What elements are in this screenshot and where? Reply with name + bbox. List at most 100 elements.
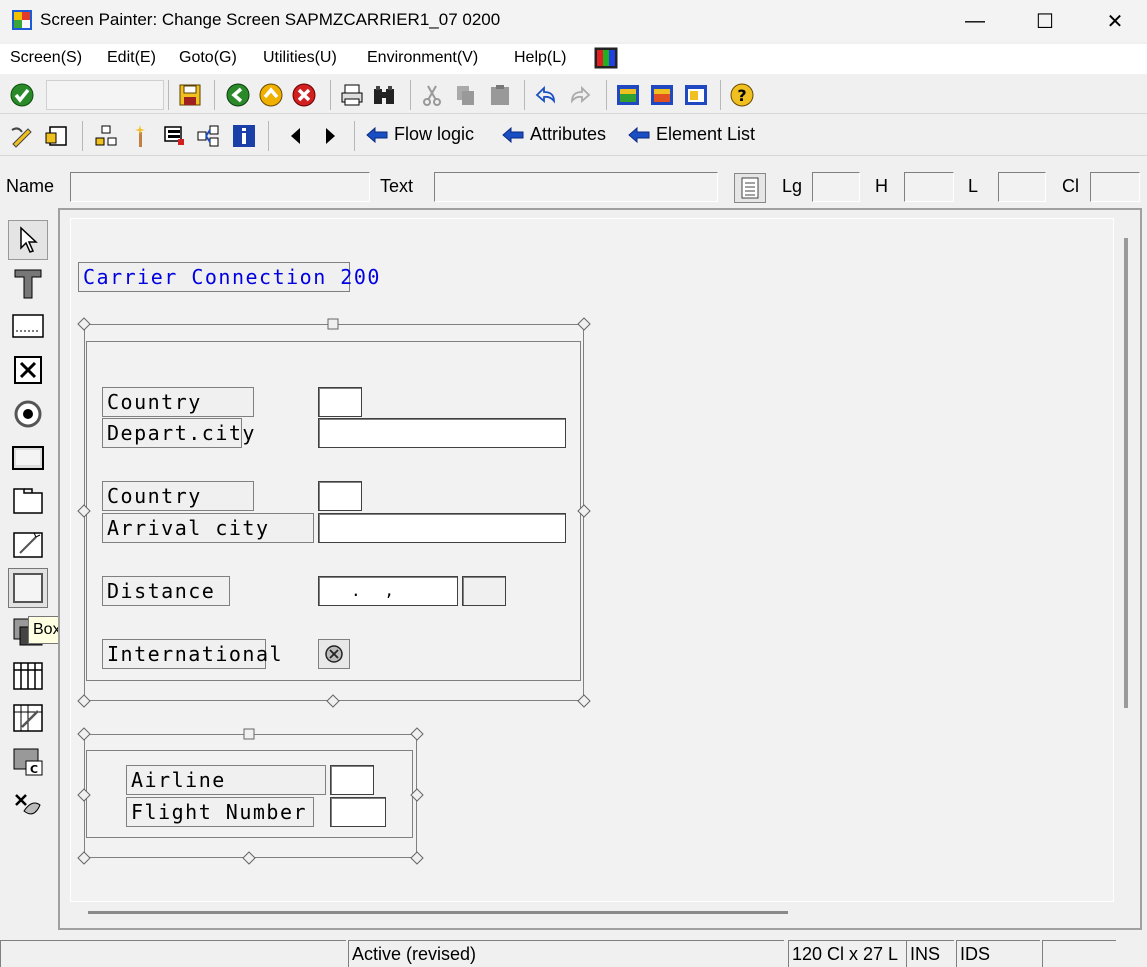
separator [720,80,721,110]
status-state: Active (revised) [348,940,784,967]
country-field-1[interactable] [318,387,362,417]
flow-logic-button[interactable]: Flow logic [366,124,474,145]
text-tool[interactable] [8,264,48,304]
country-field-2[interactable] [318,481,362,511]
maximize-button[interactable]: ☐ [1022,0,1068,42]
text-field[interactable] [434,172,718,202]
table-wizard-icon [13,704,43,732]
h-field[interactable] [904,172,954,202]
cancel-icon[interactable] [292,83,316,107]
status-mode: INS [906,940,954,967]
copy-icon[interactable] [454,83,478,107]
create-session-icon[interactable] [616,83,640,107]
hierarchy-icon[interactable] [94,124,118,148]
minimize-button[interactable]: — [952,0,998,42]
airline-label[interactable]: Airline [126,765,326,795]
h-label: H [875,176,888,196]
menu-goto[interactable]: Goto(G) [179,49,237,67]
gui-options-icon[interactable] [594,47,618,69]
menu-bar: Screen(S) Edit(E) Goto(G) Utilities(U) E… [0,44,1147,74]
print-icon[interactable] [340,83,364,107]
menu-help[interactable]: Help(L) [514,49,566,67]
status-extra [1042,940,1116,967]
next-icon[interactable] [318,124,342,148]
layout-icon[interactable] [684,83,708,107]
flow-logic-label: Flow logic [394,124,475,144]
pushbutton-icon [12,446,44,470]
menu-edit[interactable]: Edit(E) [107,49,156,67]
paste-icon[interactable] [488,83,512,107]
vertical-scrollbar[interactable] [1124,238,1128,708]
international-checkbox[interactable] [318,639,350,669]
depart-city-label[interactable]: Depart.city [102,418,254,448]
help-icon[interactable]: ? [730,83,754,107]
display-change-icon[interactable] [10,124,34,148]
custom-control-tool[interactable]: C [8,742,48,782]
dictionary-fields-icon[interactable] [162,124,186,148]
status-icon-tool[interactable] [8,786,48,826]
cut-icon[interactable] [420,83,444,107]
lg-field[interactable] [812,172,860,202]
attributes-button[interactable]: Attributes [502,124,606,145]
text-label: Text [380,176,414,196]
magic-wand-icon[interactable] [128,124,152,148]
command-field[interactable] [46,80,164,110]
checkbox-tool[interactable] [8,350,48,390]
arrival-city-label[interactable]: Arrival city [102,513,314,543]
save-icon[interactable] [178,83,202,107]
distance-label[interactable]: Distance [102,576,230,606]
box-tool[interactable] [8,568,48,608]
input-field-tool[interactable] [8,306,48,346]
name-field[interactable] [70,172,370,202]
find-icon[interactable] [372,83,396,107]
separator [268,121,269,151]
title-bar: Screen Painter: Change Screen SAPMZCARRI… [0,0,1147,42]
distance-unit-field[interactable] [462,576,506,606]
international-label[interactable]: International [102,639,282,669]
attribute-row: Name Text Lg H L Cl [0,160,1147,208]
cl-field[interactable] [1090,172,1140,202]
redo-icon[interactable] [568,83,592,107]
exit-icon[interactable] [259,83,283,107]
country-label-2[interactable]: Country [102,481,254,511]
menu-utilities[interactable]: Utilities(U) [263,49,337,67]
tabstrip-wizard-tool[interactable] [8,524,48,564]
generate-shortcut-icon[interactable] [650,83,674,107]
l-field[interactable] [998,172,1046,202]
status-ids: IDS [956,940,1040,967]
radio-button-tool[interactable] [8,394,48,434]
left-arrow-icon [628,126,650,143]
enter-check-icon[interactable] [10,83,34,107]
checkbox-icon [14,356,42,384]
pointer-tool[interactable] [8,220,48,260]
pushbutton-tool[interactable] [8,438,48,478]
previous-icon[interactable] [284,124,308,148]
element-details-icon[interactable] [734,173,766,203]
checkbox-marked-icon [325,645,343,663]
menu-environment[interactable]: Environment(V) [367,49,478,67]
flight-number-field[interactable] [330,797,386,827]
element-list-button[interactable]: Element List [628,124,755,145]
close-button[interactable]: ✕ [1092,0,1138,42]
depart-city-field[interactable] [318,418,566,448]
country-label-1[interactable]: Country [102,387,254,417]
menu-screen[interactable]: Screen(S) [10,49,82,67]
other-screen-icon[interactable] [44,124,68,148]
table-wizard-tool[interactable] [8,698,48,738]
info-icon[interactable] [232,124,256,148]
program-fields-icon[interactable] [196,124,220,148]
table-control-tool[interactable] [8,656,48,696]
flight-number-label[interactable]: Flight Number [126,797,314,827]
tabstrip-tool[interactable] [8,480,48,520]
screen-title-text[interactable]: Carrier Connection 200 [78,262,379,292]
separator [330,80,331,110]
airline-field[interactable] [330,765,374,795]
distance-field[interactable]: . , [318,576,458,606]
table-control-icon [13,662,43,690]
back-icon[interactable] [226,83,250,107]
arrival-city-field[interactable] [318,513,566,543]
separator [82,121,83,151]
undo-icon[interactable] [534,83,558,107]
horizontal-scrollbar[interactable] [88,911,788,914]
separator [214,80,215,110]
